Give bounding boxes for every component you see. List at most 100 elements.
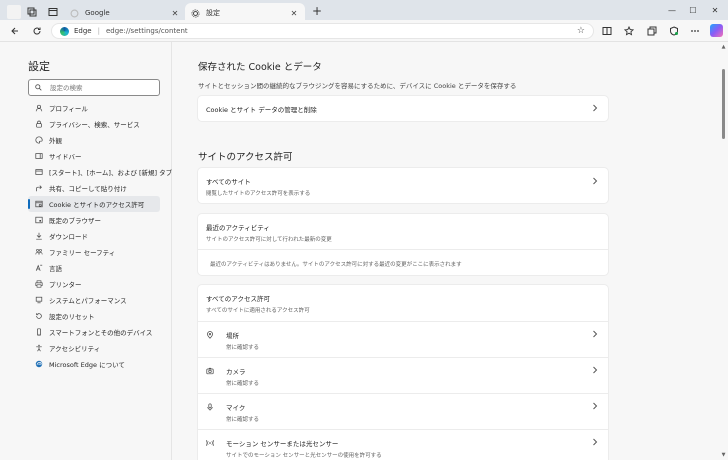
permissions-section-title: サイトのアクセス許可 — [198, 152, 293, 163]
scroll-up-arrow[interactable]: ▲ — [720, 44, 727, 50]
favorites-icon[interactable] — [622, 24, 636, 38]
sidebar-icon — [35, 152, 43, 160]
permission-title: 場所 — [226, 332, 239, 340]
sidebar-item-label: 言語 — [49, 265, 62, 273]
chevron-right-icon — [593, 366, 598, 374]
close-window-button[interactable]: ✕ — [705, 3, 725, 17]
sidebar-item-reset[interactable]: 設定のリセット — [28, 308, 160, 324]
google-favicon — [70, 9, 79, 18]
sidebar-item-download[interactable]: ダウンロード — [28, 228, 160, 244]
all-permissions-subtitle: すべてのサイトに適用されるアクセス許可 — [206, 308, 310, 314]
close-tab-icon[interactable]: ✕ — [170, 8, 180, 18]
accessibility-icon — [35, 344, 43, 352]
permission-location-row[interactable]: 場所 常に確認する — [198, 321, 608, 357]
copilot-icon[interactable] — [710, 24, 723, 37]
more-options-icon[interactable] — [688, 24, 702, 38]
permission-motion-sensor-row[interactable]: モーション センサーまたは光センサー サイトでのモーション センサーと光センサー… — [198, 429, 608, 460]
language-icon — [35, 264, 43, 272]
scrollbar-thumb[interactable] — [722, 69, 725, 139]
sidebar-item-language[interactable]: 言語 — [28, 260, 160, 276]
permission-subtitle: 常に確認する — [226, 345, 260, 351]
permission-microphone-row[interactable]: マイク 常に確認する — [198, 393, 608, 429]
permission-title: マイク — [226, 404, 246, 412]
sidebar-item-label: Microsoft Edge について — [49, 361, 125, 369]
lock-icon — [35, 120, 43, 128]
system-icon — [35, 296, 43, 304]
new-tab-button[interactable]: + — [310, 5, 324, 19]
camera-icon — [206, 367, 214, 375]
location-icon — [206, 331, 214, 339]
settings-nav: プロフィールプライバシー、検索、サービス 外観 サイドバー [スタート]、[ホーム]、… — [28, 100, 172, 372]
collections-icon[interactable] — [645, 24, 659, 38]
edge-icon — [35, 360, 43, 368]
refresh-button[interactable] — [30, 24, 44, 38]
settings-sidebar: 設定 プロフィールプライバシー、検索、サービス外観サイドバー [スタート]、[ホー… — [0, 42, 172, 460]
share-icon — [35, 184, 43, 192]
cookie-icon — [35, 200, 43, 208]
sidebar-item-phone[interactable]: スマートフォンとその他のデバイス — [28, 324, 160, 340]
sidebar-item-label: [スタート]、[ホーム]、および [新規] タブ — [49, 169, 173, 177]
permission-subtitle: サイトでのモーション センサーと光センサーの使用を許可する — [226, 453, 382, 459]
family-icon — [35, 248, 43, 256]
sidebar-item-label: アクセシビリティ — [49, 345, 101, 353]
recent-activity-header: 最近のアクティビティ サイトのアクセス許可に対して行われた最新の変更 — [198, 214, 608, 249]
sidebar-item-sidebar[interactable]: サイドバー — [28, 148, 160, 164]
recent-activity-subtitle: サイトのアクセス許可に対して行われた最新の変更 — [206, 237, 332, 243]
workspaces-icon[interactable] — [24, 4, 40, 20]
sidebar-item-home-tab[interactable]: [スタート]、[ホーム]、および [新規] タブ — [28, 164, 172, 180]
favorite-star-icon[interactable]: ☆ — [577, 26, 585, 36]
permission-subtitle: 常に確認する — [226, 381, 260, 387]
sidebar-item-profile[interactable]: プロフィール — [28, 100, 160, 116]
back-button[interactable] — [8, 24, 22, 38]
sidebar-item-family[interactable]: ファミリー セーフティ — [28, 244, 160, 260]
sidebar-item-share[interactable]: 共有、コピーして貼り付け — [28, 180, 160, 196]
all-sites-card: すべてのサイト 閲覧したサイトのアクセス許可を表示する — [198, 168, 608, 203]
manage-cookies-row[interactable]: Cookie とサイト データの管理と削除 — [198, 96, 608, 121]
close-tab-icon[interactable]: ✕ — [289, 8, 299, 18]
scroll-down-arrow[interactable]: ▼ — [720, 452, 727, 458]
chevron-right-icon — [593, 104, 598, 112]
sidebar-item-appearance[interactable]: 外観 — [28, 132, 160, 148]
address-url: edge://settings/content — [105, 27, 188, 35]
manage-cookies-label: Cookie とサイト データの管理と削除 — [206, 106, 317, 114]
sidebar-item-lock[interactable]: プライバシー、検索、サービス — [28, 116, 160, 132]
sidebar-item-browser[interactable]: 既定のブラウザー — [28, 212, 160, 228]
maximize-button[interactable]: ☐ — [683, 3, 703, 17]
tab-title: Google — [85, 9, 110, 17]
permission-camera-row[interactable]: カメラ 常に確認する — [198, 357, 608, 393]
browser-essentials-icon[interactable] — [667, 24, 681, 38]
profile-icon — [35, 104, 43, 112]
chevron-right-icon — [593, 402, 598, 410]
all-permissions-title: すべてのアクセス許可 — [206, 295, 270, 303]
sidebar-item-label: 設定のリセット — [49, 313, 95, 321]
chevron-right-icon — [593, 438, 598, 446]
all-sites-title: すべてのサイト — [206, 178, 251, 186]
tab-title: 設定 — [206, 9, 220, 17]
recent-activity-card: 最近のアクティビティ サイトのアクセス許可に対して行われた最新の変更 最近のアク… — [198, 214, 608, 275]
sidebar-item-printer[interactable]: プリンター — [28, 276, 160, 292]
home-tab-icon — [35, 168, 43, 176]
sidebar-item-cookie[interactable]: Cookie とサイトのアクセス許可 — [28, 196, 160, 212]
microphone-icon — [206, 403, 214, 411]
appearance-icon — [35, 136, 43, 144]
sidebar-item-system[interactable]: システムとパフォーマンス — [28, 292, 160, 308]
sidebar-item-accessibility[interactable]: アクセシビリティ — [28, 340, 160, 356]
settings-search[interactable] — [28, 79, 160, 96]
search-input[interactable] — [50, 83, 150, 92]
recent-activity-empty: 最近のアクティビティはありません。サイトのアクセス許可に対する最近の変更がここに… — [198, 249, 608, 275]
sidebar-item-edge[interactable]: Microsoft Edge について — [28, 356, 160, 372]
tab-actions-icon[interactable] — [45, 4, 61, 20]
sidebar-item-label: 既定のブラウザー — [49, 217, 101, 225]
sidebar-item-label: ファミリー セーフティ — [49, 249, 116, 257]
sidebar-item-label: プロフィール — [49, 105, 88, 113]
sidebar-item-label: Cookie とサイトのアクセス許可 — [49, 201, 145, 209]
address-bar[interactable]: Edge | edge://settings/content ☆ — [51, 23, 594, 39]
settings-page: 設定 プロフィールプライバシー、検索、サービス外観サイドバー [スタート]、[ホー… — [0, 42, 728, 460]
sidebar-item-label: スマートフォンとその他のデバイス — [49, 329, 153, 337]
browser-icon — [35, 216, 43, 224]
all-permissions-card: すべてのアクセス許可 すべてのサイトに適用されるアクセス許可 場所 常に確認する… — [198, 285, 608, 460]
all-sites-row[interactable]: すべてのサイト 閲覧したサイトのアクセス許可を表示する — [198, 168, 608, 203]
minimize-button[interactable]: — — [662, 3, 682, 17]
profile-avatar[interactable] — [7, 5, 21, 19]
split-screen-icon[interactable] — [600, 24, 614, 38]
